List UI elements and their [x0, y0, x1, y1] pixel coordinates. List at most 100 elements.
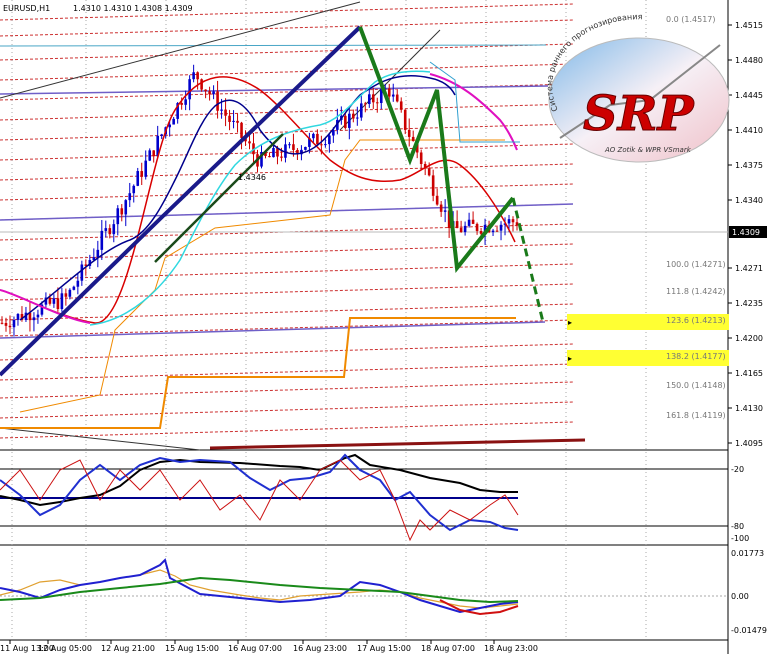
- candle-body: [132, 185, 136, 194]
- candle-body: [160, 134, 163, 136]
- arrow-marker-1: ▸: [568, 318, 572, 327]
- candle-body: [495, 230, 499, 232]
- candle-body: [8, 325, 12, 328]
- time-label: 16 Aug 23:00: [293, 644, 347, 653]
- osc1-label-bottom: -80: [731, 522, 744, 531]
- candle-body: [304, 146, 307, 150]
- candle-body: [479, 231, 483, 234]
- candle-body: [36, 314, 40, 318]
- candle-body: [48, 297, 52, 304]
- candle-body: [120, 208, 124, 215]
- candle-body: [471, 219, 475, 224]
- fibo-label: 100.0 (1.4271): [666, 260, 726, 269]
- price-label: 1.4340: [735, 196, 763, 205]
- time-label: 12 Aug 05:00: [38, 644, 92, 653]
- candle-body: [128, 193, 132, 201]
- candle-body: [72, 286, 76, 290]
- time-label: 15 Aug 15:00: [165, 644, 219, 653]
- candle-body: [68, 289, 72, 297]
- candle-body: [403, 109, 407, 130]
- fibo-label: 161.8 (1.4119): [666, 411, 726, 420]
- price-label: 1.4480: [735, 56, 763, 65]
- candle-body: [467, 219, 471, 226]
- candle-body: [200, 79, 203, 90]
- candle-body: [391, 94, 395, 97]
- candle-body: [248, 141, 251, 144]
- candle-body: [407, 129, 411, 137]
- fibo-label: 150.0 (1.4148): [666, 381, 726, 390]
- time-label: 18 Aug 23:00: [484, 644, 538, 653]
- candle-body: [172, 118, 175, 125]
- price-label: 1.4200: [735, 334, 763, 343]
- candle-body: [395, 94, 399, 102]
- candle-body: [280, 156, 283, 158]
- candle-body: [232, 120, 235, 122]
- candle-body: [443, 210, 447, 212]
- candle-body: [475, 223, 479, 232]
- candle-body: [140, 171, 144, 177]
- price-label: 1.4410: [735, 126, 763, 135]
- ohlc-values: 1.4310 1.4310 1.4308 1.4309: [73, 4, 193, 13]
- candle-body: [344, 115, 347, 128]
- candle-body: [136, 171, 140, 186]
- osc1-label-min: -100: [731, 534, 749, 543]
- candle-body: [188, 79, 191, 100]
- fibo-label: 138.2 (1.4177): [666, 352, 726, 361]
- candle-body: [367, 94, 371, 104]
- forex-chart: 1.4346 ▸ ▸ EURUSD,H1 1.4310 1.4310 1.430…: [0, 0, 767, 654]
- candle-body: [236, 120, 239, 123]
- candle-body: [455, 221, 459, 229]
- candle-price-label: 1.4346: [238, 173, 266, 182]
- price-label: 1.4515: [735, 21, 763, 30]
- candle-body: [32, 317, 36, 321]
- candle-body: [288, 144, 291, 146]
- current-price-value: 1.4309: [732, 228, 760, 237]
- candle-body: [108, 228, 112, 235]
- candle-body: [439, 204, 443, 212]
- candle-body: [144, 160, 148, 177]
- candle-body: [371, 94, 375, 103]
- price-label: 1.4130: [735, 404, 763, 413]
- candle-body: [499, 224, 503, 231]
- logo-credit: AO Zotik & WPR VSmark: [604, 146, 692, 154]
- candle-body: [375, 102, 379, 104]
- osc2-label-bottom: -0.01479: [731, 626, 767, 635]
- price-label: 1.4271: [735, 264, 763, 273]
- logo-letters: SRP: [583, 86, 696, 142]
- candle-body: [312, 133, 315, 139]
- time-label: 12 Aug 21:00: [101, 644, 155, 653]
- candle-body: [216, 91, 219, 111]
- osc2-label-mid: 0.00: [731, 592, 749, 601]
- price-label: 1.4165: [735, 369, 763, 378]
- candle-body: [268, 156, 271, 158]
- candle-body: [427, 168, 431, 176]
- candle-body: [348, 113, 351, 128]
- candle-body: [363, 103, 367, 105]
- candle-body: [431, 175, 435, 196]
- candle-body: [4, 322, 8, 326]
- fibo-label: 111.8 (1.4242): [666, 287, 726, 296]
- candle-body: [80, 264, 84, 281]
- candle-body: [272, 148, 275, 158]
- candle-body: [0, 322, 4, 324]
- price-label: 1.4445: [735, 91, 763, 100]
- candle-body: [152, 150, 156, 157]
- candle-body: [100, 230, 104, 250]
- candle-body: [220, 109, 223, 111]
- time-label: 16 Aug 07:00: [228, 644, 282, 653]
- candle-body: [387, 88, 391, 97]
- candle-body: [148, 150, 152, 161]
- arrow-marker-2: ▸: [568, 354, 572, 363]
- price-label: 1.4095: [735, 439, 763, 448]
- candle-body: [184, 99, 187, 105]
- candle-body: [419, 152, 423, 164]
- candle-body: [116, 208, 120, 225]
- candle-body: [104, 228, 108, 231]
- candle-body: [360, 103, 363, 118]
- candle-body: [208, 91, 211, 95]
- candle-body: [196, 72, 199, 80]
- candle-body: [212, 91, 215, 95]
- candle-body: [356, 117, 359, 119]
- candle-body: [56, 298, 60, 309]
- candle-body: [12, 319, 16, 328]
